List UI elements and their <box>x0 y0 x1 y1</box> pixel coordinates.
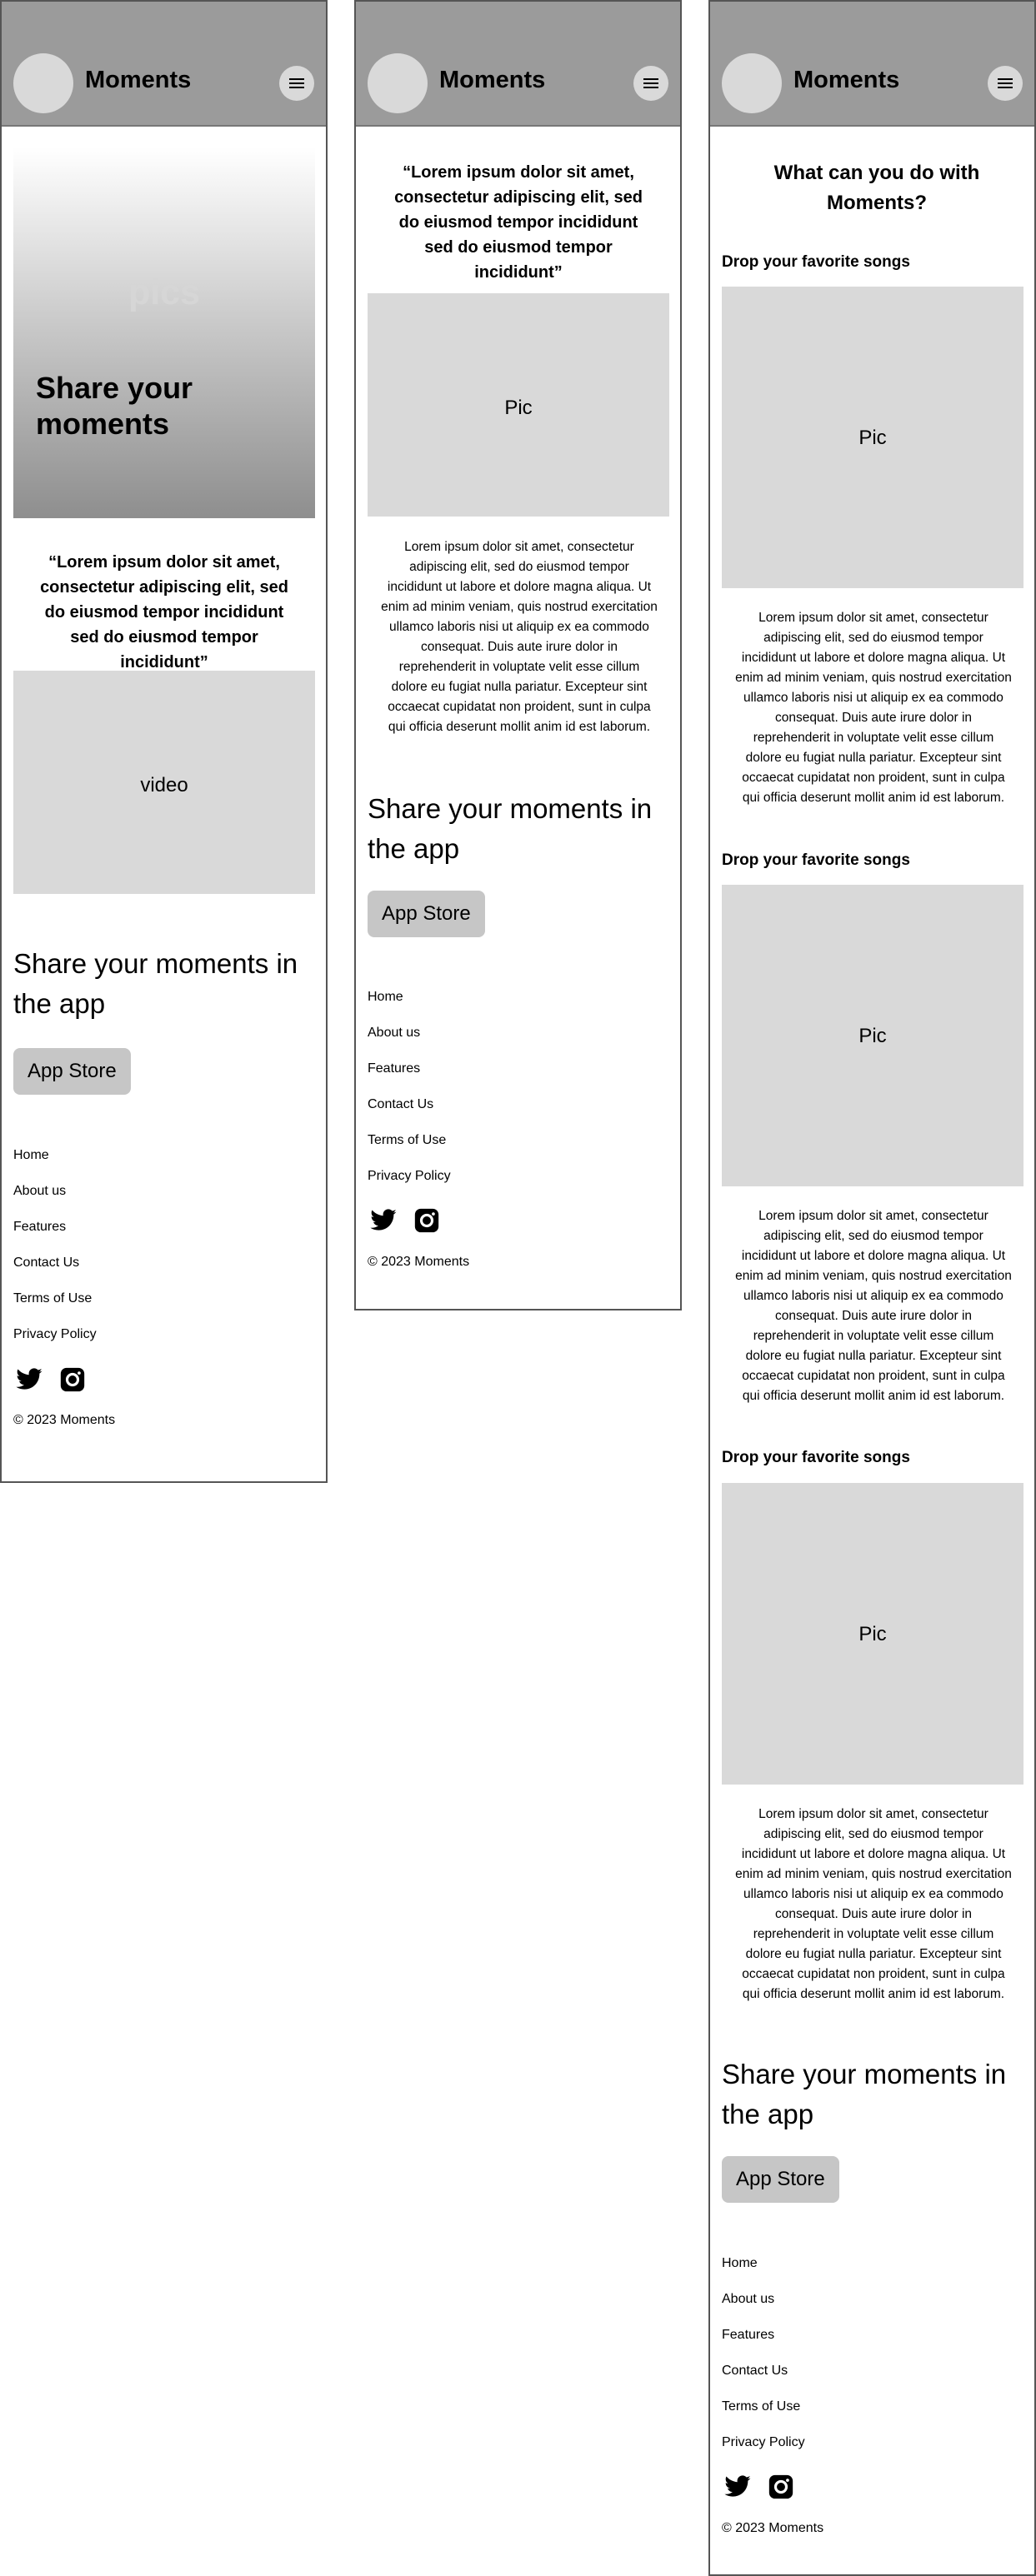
footer-link-terms[interactable]: Terms of Use <box>13 1291 92 1306</box>
footer-link-features[interactable]: Features <box>368 1061 420 1076</box>
footer-link-about[interactable]: About us <box>13 1184 66 1199</box>
brand-title: Moments <box>439 67 546 93</box>
app-store-button[interactable]: App Store <box>368 891 485 937</box>
promo-text: Share your moments in the app <box>13 948 298 1019</box>
footer-link-privacy[interactable]: Privacy Policy <box>13 1327 97 1342</box>
copyright: © 2023 Moments <box>13 1413 116 1427</box>
feature-title: Drop your favorite songs <box>722 253 910 271</box>
menu-button[interactable] <box>988 66 1023 101</box>
about-screen: Moments “Lorem ipsum dolor sit amet, con… <box>354 0 682 1310</box>
pic-label: Pic <box>858 427 887 449</box>
pic-placeholder: Pic <box>722 287 1023 588</box>
pic-placeholder: Pic <box>722 1483 1023 1785</box>
hamburger-icon <box>643 78 658 88</box>
menu-button[interactable] <box>633 66 668 101</box>
app-store-button[interactable]: App Store <box>13 1048 131 1095</box>
promo-text: Share your moments in the app <box>368 793 653 864</box>
features-screen: Moments What can you do with Moments? Dr… <box>708 0 1036 2576</box>
feature-title: Drop your favorite songs <box>722 1449 910 1466</box>
features-heading: What can you do with Moments? <box>773 162 980 214</box>
instagram-icon[interactable] <box>58 1365 87 1394</box>
brand-title: Moments <box>85 67 192 93</box>
hero-title: Share your moments <box>36 371 193 441</box>
body-paragraph: Lorem ipsum dolor sit amet, consectetur … <box>735 1209 1012 1403</box>
body-paragraph: Lorem ipsum dolor sit amet, consectetur … <box>381 540 658 734</box>
testimonial-quote: “Lorem ipsum dolor sit amet, consectetur… <box>394 163 643 282</box>
pic-label: Pic <box>858 1623 887 1645</box>
footer-link-home[interactable]: Home <box>13 1148 49 1163</box>
twitter-icon[interactable] <box>369 1206 398 1235</box>
footer-link-contact[interactable]: Contact Us <box>368 1097 433 1112</box>
footer-link-privacy[interactable]: Privacy Policy <box>722 2435 805 2450</box>
instagram-icon[interactable] <box>767 2473 795 2501</box>
promo-text: Share your moments in the app <box>722 2059 1007 2129</box>
body-paragraph: Lorem ipsum dolor sit amet, consectetur … <box>735 611 1012 805</box>
instagram-icon[interactable] <box>413 1206 441 1235</box>
hero-banner: pics Share your moments <box>13 147 315 518</box>
video-placeholder[interactable]: video <box>13 671 315 894</box>
video-label: video <box>140 774 188 796</box>
home-screen: Moments pics Share your moments “Lorem i… <box>0 0 328 1483</box>
footer-link-about[interactable]: About us <box>722 2292 774 2307</box>
copyright: © 2023 Moments <box>722 2521 824 2535</box>
pic-placeholder: Pic <box>722 885 1023 1186</box>
hamburger-icon <box>289 78 304 88</box>
footer-link-contact[interactable]: Contact Us <box>722 2364 788 2379</box>
body-paragraph: Lorem ipsum dolor sit amet, consectetur … <box>735 1807 1012 2001</box>
footer-link-contact[interactable]: Contact Us <box>13 1256 79 1271</box>
app-store-button[interactable]: App Store <box>722 2156 839 2203</box>
footer-link-features[interactable]: Features <box>722 2328 774 2343</box>
hamburger-icon <box>998 78 1013 88</box>
feature-title: Drop your favorite songs <box>722 851 910 869</box>
header: Moments <box>356 2 680 127</box>
testimonial-quote: “Lorem ipsum dolor sit amet, consectetur… <box>40 553 288 671</box>
menu-button[interactable] <box>279 66 314 101</box>
twitter-icon[interactable] <box>723 2473 752 2501</box>
header: Moments <box>2 2 326 127</box>
footer-link-privacy[interactable]: Privacy Policy <box>368 1169 451 1184</box>
logo-avatar[interactable] <box>13 53 73 113</box>
hero-background-label: pics <box>128 272 201 312</box>
pic-label: Pic <box>504 397 533 419</box>
copyright: © 2023 Moments <box>368 1255 470 1269</box>
footer-link-terms[interactable]: Terms of Use <box>368 1133 446 1148</box>
twitter-icon[interactable] <box>15 1365 43 1394</box>
brand-title: Moments <box>793 67 900 93</box>
footer-link-about[interactable]: About us <box>368 1026 420 1041</box>
footer-link-home[interactable]: Home <box>368 990 403 1005</box>
header: Moments <box>710 2 1034 127</box>
logo-avatar[interactable] <box>722 53 782 113</box>
footer-link-features[interactable]: Features <box>13 1220 66 1235</box>
logo-avatar[interactable] <box>368 53 428 113</box>
pic-placeholder: Pic <box>368 293 669 517</box>
footer-link-home[interactable]: Home <box>722 2256 758 2271</box>
footer-link-terms[interactable]: Terms of Use <box>722 2399 800 2414</box>
pic-label: Pic <box>858 1025 887 1047</box>
